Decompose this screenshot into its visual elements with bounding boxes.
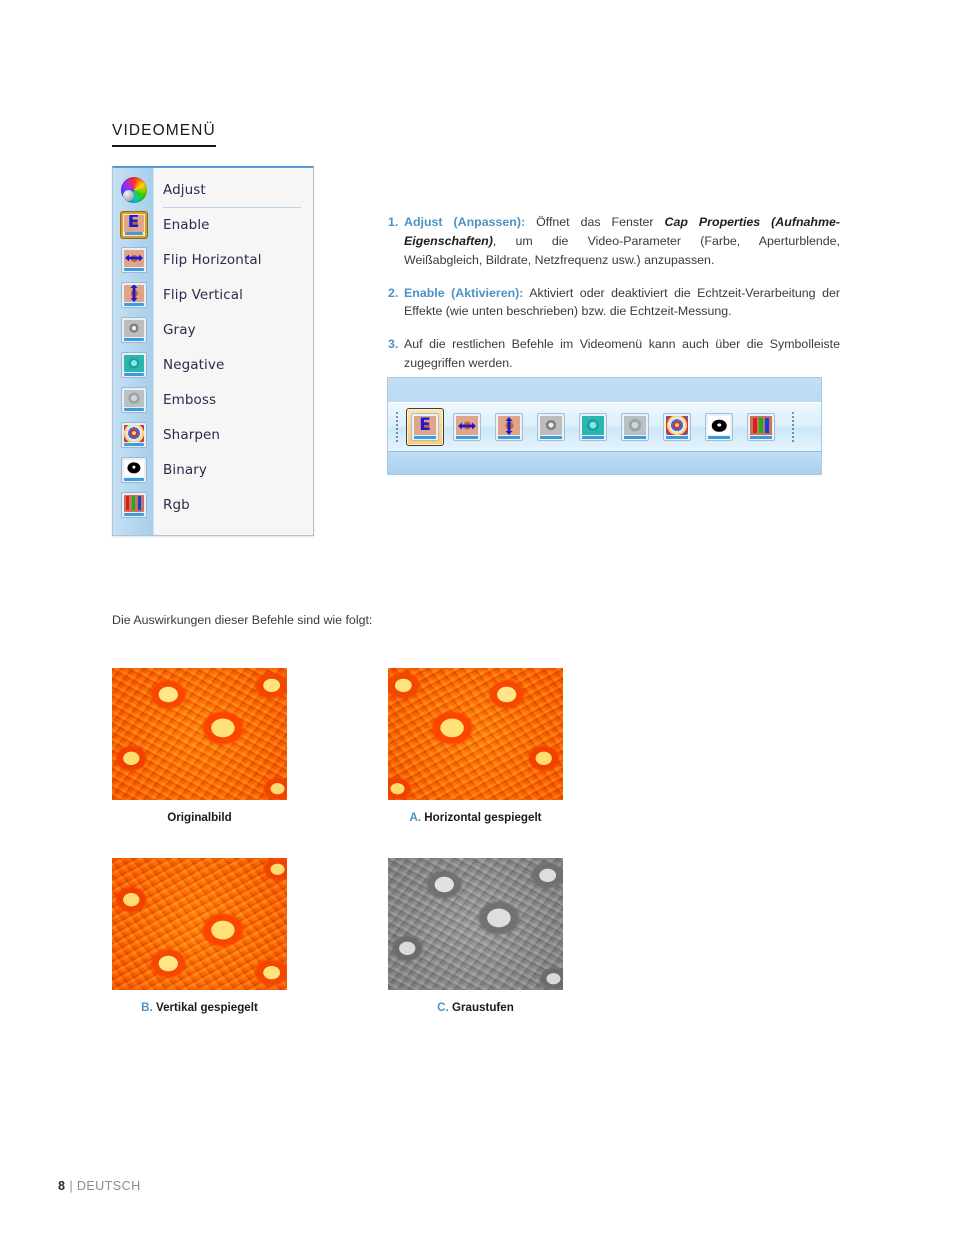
- figure-caption: C. Graustufen: [388, 1001, 563, 1014]
- menu-item-label: Binary: [163, 461, 207, 478]
- enable-e-icon: E: [120, 211, 147, 238]
- toolbar-button-negative[interactable]: [574, 408, 612, 446]
- flip-vertical-icon: [495, 413, 523, 441]
- page-footer: 8 | DEUTSCH: [58, 1179, 141, 1193]
- sample-image-vertical-flip: [112, 858, 287, 990]
- figure-caption: Originalbild: [112, 811, 287, 824]
- menu-item-label: Rgb: [163, 496, 190, 513]
- gray-icon: [120, 316, 147, 343]
- menu-item-label: Negative: [163, 356, 225, 373]
- figure-caption: B. Vertikal gespiegelt: [112, 1001, 287, 1014]
- menu-item-rgb[interactable]: Rgb: [113, 487, 313, 522]
- note-number: 1.: [388, 215, 399, 229]
- note-item: 3. Auf die restlichen Befehle im Videome…: [388, 335, 840, 373]
- figure-caption-text: Graustufen: [451, 1001, 514, 1014]
- menu-item-label: Flip Horizontal: [163, 251, 262, 268]
- figure-caption-text: Horizontal gespiegelt: [424, 811, 542, 824]
- video-menu-notes: 1. Adjust (Anpassen): Öffnet das Fenster…: [388, 213, 840, 387]
- binary-icon: [705, 413, 733, 441]
- figure-caption-text: Vertikal gespiegelt: [156, 1001, 258, 1014]
- negative-icon: [120, 351, 147, 378]
- figure-original: Originalbild: [112, 668, 287, 824]
- emboss-icon: [120, 386, 147, 413]
- note-text-before: Auf die restlichen Befehle im Videomenü …: [404, 337, 840, 371]
- note-body: Adjust (Anpassen): Öffnet das Fenster Ca…: [404, 213, 840, 270]
- toolbar-button-binary[interactable]: [700, 408, 738, 446]
- menu-item-sharpen[interactable]: Sharpen: [113, 417, 313, 452]
- flip-vertical-icon: [120, 281, 147, 308]
- figure-letter: B.: [141, 1001, 153, 1014]
- toolbar-button-enable[interactable]: E: [406, 408, 444, 446]
- menu-item-gray[interactable]: Gray: [113, 312, 313, 347]
- menu-item-flip-horizontal[interactable]: Flip Horizontal: [113, 242, 313, 277]
- sample-image-original: [112, 668, 287, 800]
- sharpen-icon: [663, 413, 691, 441]
- toolbar-button-rgb[interactable]: [742, 408, 780, 446]
- enable-e-icon: E: [411, 413, 439, 441]
- menu-item-label: Enable: [163, 216, 210, 233]
- negative-icon: [579, 413, 607, 441]
- note-term: Adjust (Anpassen):: [404, 215, 526, 229]
- note-number: 3.: [388, 337, 399, 352]
- menu-item-label: Adjust: [163, 181, 206, 198]
- figure-letter: A.: [409, 811, 422, 824]
- toolbar-grip-handle[interactable]: [392, 408, 402, 446]
- toolbar-button-flip-vertical[interactable]: [490, 408, 528, 446]
- note-term: Enable (Aktivieren):: [404, 285, 524, 300]
- rgb-icon: [747, 413, 775, 441]
- footer-separator: |: [69, 1179, 73, 1193]
- binary-icon: [120, 456, 147, 483]
- figure-caption: A. Horizontal gespiegelt: [388, 811, 563, 824]
- color-wheel-icon: [120, 176, 147, 203]
- flip-horizontal-icon: [453, 413, 481, 441]
- menu-item-emboss[interactable]: Emboss: [113, 382, 313, 417]
- toolbar-button-emboss[interactable]: [616, 408, 654, 446]
- footer-language: DEUTSCH: [76, 1179, 141, 1193]
- menu-item-flip-vertical[interactable]: Flip Vertical: [113, 277, 313, 312]
- toolbar-screenshot: E: [387, 377, 822, 475]
- figure-letter: C.: [437, 1001, 449, 1014]
- toolbar-button-flip-horizontal[interactable]: [448, 408, 486, 446]
- toolbar-strip: E: [388, 402, 821, 452]
- flip-horizontal-icon: [120, 246, 147, 273]
- menu-item-label: Gray: [163, 321, 196, 338]
- footer-page-number: 8: [58, 1179, 66, 1193]
- sample-image-horizontal-flip: [388, 668, 563, 800]
- sharpen-icon: [120, 421, 147, 448]
- effects-intro-text: Die Auswirkungen dieser Befehle sind wie…: [112, 613, 373, 627]
- note-body: Auf die restlichen Befehle im Videomenü …: [404, 335, 840, 373]
- toolbar-button-gray[interactable]: [532, 408, 570, 446]
- toolbar-button-sharpen[interactable]: [658, 408, 696, 446]
- menu-item-adjust[interactable]: Adjust: [113, 172, 313, 207]
- menu-item-negative[interactable]: Negative: [113, 347, 313, 382]
- menu-item-binary[interactable]: Binary: [113, 452, 313, 487]
- figure-grayscale: C. Graustufen: [388, 858, 563, 1014]
- figure-horizontal-flip: A. Horizontal gespiegelt: [388, 668, 563, 824]
- emboss-icon: [621, 413, 649, 441]
- figure-vertical-flip: B. Vertikal gespiegelt: [112, 858, 287, 1014]
- figure-caption-text: Originalbild: [167, 811, 232, 824]
- note-text-before: Öffnet das Fenster: [525, 215, 665, 229]
- note-item: 2. Enable (Aktivieren): Aktiviert oder d…: [388, 284, 840, 322]
- video-menu-panel: Adjust E Enable Flip Horizontal Flip Ver…: [112, 166, 314, 536]
- note-item: 1. Adjust (Anpassen): Öffnet das Fenster…: [388, 213, 840, 270]
- video-menu-list: Adjust E Enable Flip Horizontal Flip Ver…: [113, 168, 313, 522]
- note-body: Enable (Aktivieren): Aktiviert oder deak…: [404, 284, 840, 322]
- rgb-icon: [120, 491, 147, 518]
- gray-icon: [537, 413, 565, 441]
- sample-image-grayscale: [388, 858, 563, 990]
- page-title: VIDEOMENÜ: [112, 122, 216, 147]
- menu-item-label: Emboss: [163, 391, 217, 408]
- menu-item-enable[interactable]: E Enable: [113, 207, 313, 242]
- note-number: 2.: [388, 285, 399, 300]
- toolbar-overflow-grip[interactable]: [788, 408, 798, 446]
- menu-item-label: Sharpen: [163, 426, 221, 443]
- menu-item-label: Flip Vertical: [163, 286, 243, 303]
